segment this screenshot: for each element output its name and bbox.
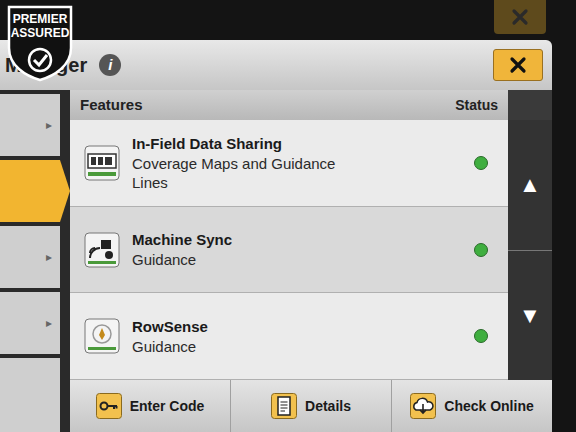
key-icon [96, 393, 122, 419]
info-icon[interactable]: i [99, 54, 121, 76]
feature-list: In-Field Data SharingCoverage Maps and G… [70, 120, 508, 380]
scrollbar: ▲▼ [508, 120, 552, 380]
screen: PREMIERASSUREDManageri ▸ ▸ ▸ Features Status I… [0, 0, 576, 432]
dialog-header: Manageri [0, 40, 552, 90]
close-icon [511, 8, 529, 26]
scroll-up-button[interactable]: ▲ [508, 120, 552, 251]
feature-title: Machine Sync [132, 230, 462, 250]
arrow-icon: ▸ [46, 248, 52, 266]
action-button[interactable]: Details [230, 380, 391, 432]
feature-subtitle: Guidance [132, 250, 372, 269]
sidebar-item[interactable] [0, 358, 60, 432]
feature-row[interactable]: Machine SyncGuidance [70, 207, 508, 294]
sidebar-item[interactable]: ▸ [0, 94, 60, 156]
document-icon [271, 393, 297, 419]
rowsense-icon [84, 318, 120, 354]
button-label: Details [305, 396, 351, 417]
dialog-body: ▸ ▸ ▸ Features Status In-Field Data SharingCo… [0, 90, 552, 432]
arrow-icon: ▸ [46, 116, 52, 134]
watermark-text: ASSURED [11, 26, 70, 40]
sidebar: ▸ ▸ ▸ [0, 90, 60, 432]
sidebar-item[interactable]: ▸ [0, 226, 60, 288]
watermark-logo: PREMIERASSURED [6, 4, 74, 82]
dialog-area: Manageri ▸ ▸ ▸ Features Status In-Field Data S… [0, 40, 576, 432]
arrow-icon: ▸ [46, 314, 52, 332]
scroll-down-button[interactable]: ▼ [508, 251, 552, 381]
action-button[interactable]: Check Online [391, 380, 552, 432]
status-dot [474, 243, 488, 257]
feature-subtitle: Guidance [132, 337, 372, 356]
action-button[interactable]: Enter Code [70, 380, 230, 432]
watermark-text: PREMIER [13, 12, 68, 26]
status-dot [474, 329, 488, 343]
feature-title: In-Field Data Sharing [132, 134, 462, 154]
feature-title: RowSense [132, 317, 462, 337]
close-button[interactable] [493, 49, 543, 81]
status-dot [474, 156, 488, 170]
sidebar-item[interactable]: ▸ [0, 292, 60, 354]
list-area: In-Field Data SharingCoverage Maps and G… [70, 120, 552, 380]
features-panel: Features Status In-Field Data SharingCover… [70, 90, 552, 432]
button-bar: Enter Code Details Check Online [70, 380, 552, 432]
display-icon [84, 145, 120, 181]
table-header: Features Status [70, 90, 552, 120]
machine-sync-icon [84, 232, 120, 268]
feature-subtitle: Coverage Maps and Guidance Lines [132, 154, 372, 192]
button-label: Enter Code [130, 396, 205, 417]
selection-pointer [60, 160, 70, 222]
sidebar-item[interactable] [0, 160, 60, 222]
dialog: Manageri ▸ ▸ ▸ Features Status In-Field Data S… [0, 40, 552, 432]
feature-row[interactable]: RowSenseGuidance [70, 293, 508, 380]
column-header: Features [80, 94, 143, 117]
close-icon [509, 56, 527, 74]
cloud-icon [410, 393, 436, 419]
top-strip [0, 0, 576, 40]
feature-row[interactable]: In-Field Data SharingCoverage Maps and G… [70, 120, 508, 207]
column-header: Status [455, 95, 498, 116]
button-label: Check Online [444, 396, 533, 417]
background-close-button[interactable] [494, 0, 546, 34]
